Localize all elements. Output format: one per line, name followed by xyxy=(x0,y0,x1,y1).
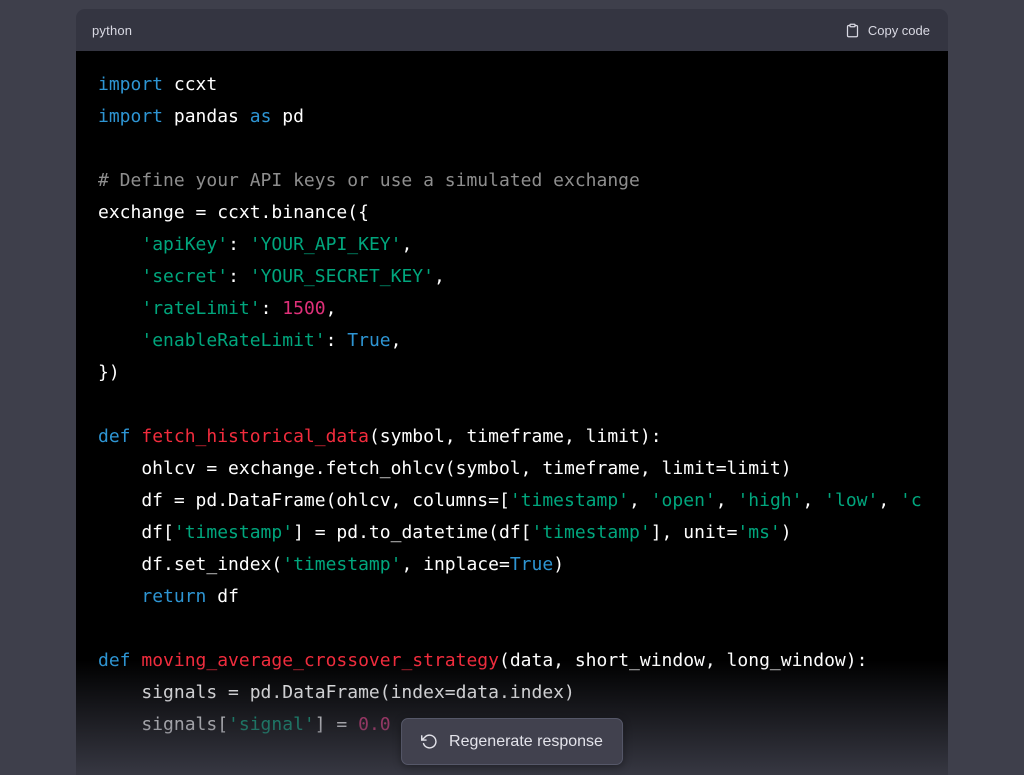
code-line: signals = pd.DataFrame(index=data.index) xyxy=(98,677,948,709)
regenerate-response-button[interactable]: Regenerate response xyxy=(401,718,623,765)
code-token-keyword: True xyxy=(510,554,553,575)
code-token-string: 'enableRateLimit' xyxy=(141,330,325,351)
code-line: exchange = ccxt.binance({ xyxy=(98,197,948,229)
code-token-plain: ] = xyxy=(315,714,358,735)
code-token-keyword: as xyxy=(250,106,272,127)
code-token-keyword: True xyxy=(347,330,390,351)
code-line: def moving_average_crossover_strategy(da… xyxy=(98,645,948,677)
code-token-keyword: def xyxy=(98,426,131,447)
code-token-string: 'timestamp' xyxy=(532,522,651,543)
code-token-plain: , xyxy=(878,490,900,511)
code-token-string: 'timestamp' xyxy=(174,522,293,543)
code-token-plain: , xyxy=(434,266,445,287)
code-token-string: 'ms' xyxy=(737,522,780,543)
code-token-plain: pd xyxy=(271,106,304,127)
code-token-string: 'timestamp' xyxy=(282,554,401,575)
code-token-plain: : xyxy=(261,298,283,319)
code-token-plain: , xyxy=(629,490,651,511)
code-token-function: moving_average_crossover_strategy xyxy=(141,650,499,671)
copy-code-button[interactable]: Copy code xyxy=(843,19,932,42)
code-token-keyword: return xyxy=(141,586,206,607)
code-token-string: 'open' xyxy=(651,490,716,511)
code-token-function: fetch_historical_data xyxy=(141,426,369,447)
code-block-header: python Copy code xyxy=(76,9,948,51)
code-token-plain: , xyxy=(401,234,412,255)
code-block: python Copy code import ccxtimport panda… xyxy=(76,9,948,775)
code-line: }) xyxy=(98,357,948,389)
code-token-plain: : xyxy=(228,266,250,287)
code-line xyxy=(98,133,948,165)
code-line: import ccxt xyxy=(98,69,948,101)
code-token-plain: signals = pd.DataFrame(index=data.index) xyxy=(98,682,575,703)
code-content: import ccxtimport pandas as pd # Define … xyxy=(76,51,948,775)
code-token-plain: , xyxy=(802,490,824,511)
code-line xyxy=(98,389,948,421)
code-token-plain: exchange = ccxt.binance({ xyxy=(98,202,369,223)
code-token-comment: # Define your API keys or use a simulate… xyxy=(98,170,640,191)
code-token-keyword: def xyxy=(98,650,131,671)
regenerate-label: Regenerate response xyxy=(449,733,603,751)
code-line xyxy=(98,613,948,645)
code-token-plain: : xyxy=(228,234,250,255)
code-token-string: 'YOUR_SECRET_KEY' xyxy=(250,266,434,287)
copy-code-label: Copy code xyxy=(868,23,930,38)
clipboard-icon xyxy=(845,23,860,38)
code-token-string: 'c xyxy=(900,490,922,511)
code-token-plain xyxy=(98,234,141,255)
code-token-number: 0.0 xyxy=(358,714,391,735)
code-token-plain: signals[ xyxy=(98,714,228,735)
code-line: 'apiKey': 'YOUR_API_KEY', xyxy=(98,229,948,261)
code-line: df = pd.DataFrame(ohlcv, columns=['times… xyxy=(98,485,948,517)
code-token-string: 'YOUR_API_KEY' xyxy=(250,234,402,255)
code-line: df.set_index('timestamp', inplace=True) xyxy=(98,549,948,581)
code-token-plain xyxy=(98,266,141,287)
code-token-plain: }) xyxy=(98,362,120,383)
code-token-plain xyxy=(131,650,142,671)
code-token-plain: ccxt xyxy=(163,74,217,95)
code-token-keyword: import xyxy=(98,74,163,95)
code-token-plain: (data, short_window, long_window): xyxy=(499,650,867,671)
code-token-plain xyxy=(98,586,141,607)
code-token-plain: ohlcv = exchange.fetch_ohlcv(symbol, tim… xyxy=(98,458,792,479)
code-token-plain: , xyxy=(716,490,738,511)
code-token-plain: , inplace= xyxy=(401,554,509,575)
code-language-label: python xyxy=(92,23,132,38)
code-token-plain: df.set_index( xyxy=(98,554,282,575)
code-line: return df xyxy=(98,581,948,613)
code-token-plain: ) xyxy=(553,554,564,575)
code-line: ohlcv = exchange.fetch_ohlcv(symbol, tim… xyxy=(98,453,948,485)
code-token-plain: , xyxy=(391,330,402,351)
code-line: # Define your API keys or use a simulate… xyxy=(98,165,948,197)
code-token-plain xyxy=(131,426,142,447)
code-token-plain: df xyxy=(206,586,239,607)
code-token-plain xyxy=(98,330,141,351)
code-token-plain: , xyxy=(326,298,337,319)
code-token-string: 'rateLimit' xyxy=(141,298,260,319)
code-token-string: 'low' xyxy=(824,490,878,511)
code-token-number: 1500 xyxy=(282,298,325,319)
code-token-string: 'apiKey' xyxy=(141,234,228,255)
code-line: df['timestamp'] = pd.to_datetime(df['tim… xyxy=(98,517,948,549)
code-line: 'secret': 'YOUR_SECRET_KEY', xyxy=(98,261,948,293)
code-token-string: 'signal' xyxy=(228,714,315,735)
code-token-plain: pandas xyxy=(163,106,250,127)
code-token-plain: : xyxy=(326,330,348,351)
code-line: 'enableRateLimit': True, xyxy=(98,325,948,357)
code-token-plain: df = pd.DataFrame(ohlcv, columns=[ xyxy=(98,490,510,511)
code-line: 'rateLimit': 1500, xyxy=(98,293,948,325)
code-line: def fetch_historical_data(symbol, timefr… xyxy=(98,421,948,453)
code-token-string: 'timestamp' xyxy=(510,490,629,511)
code-token-plain: (symbol, timeframe, limit): xyxy=(369,426,662,447)
code-token-plain: ) xyxy=(781,522,792,543)
regenerate-refresh-icon xyxy=(421,733,438,750)
code-token-plain: ] = pd.to_datetime(df[ xyxy=(293,522,531,543)
code-token-keyword: import xyxy=(98,106,163,127)
code-token-string: 'secret' xyxy=(141,266,228,287)
code-token-plain: df[ xyxy=(98,522,174,543)
code-token-plain: ], unit= xyxy=(651,522,738,543)
code-line: import pandas as pd xyxy=(98,101,948,133)
code-token-string: 'high' xyxy=(737,490,802,511)
code-token-plain xyxy=(98,298,141,319)
